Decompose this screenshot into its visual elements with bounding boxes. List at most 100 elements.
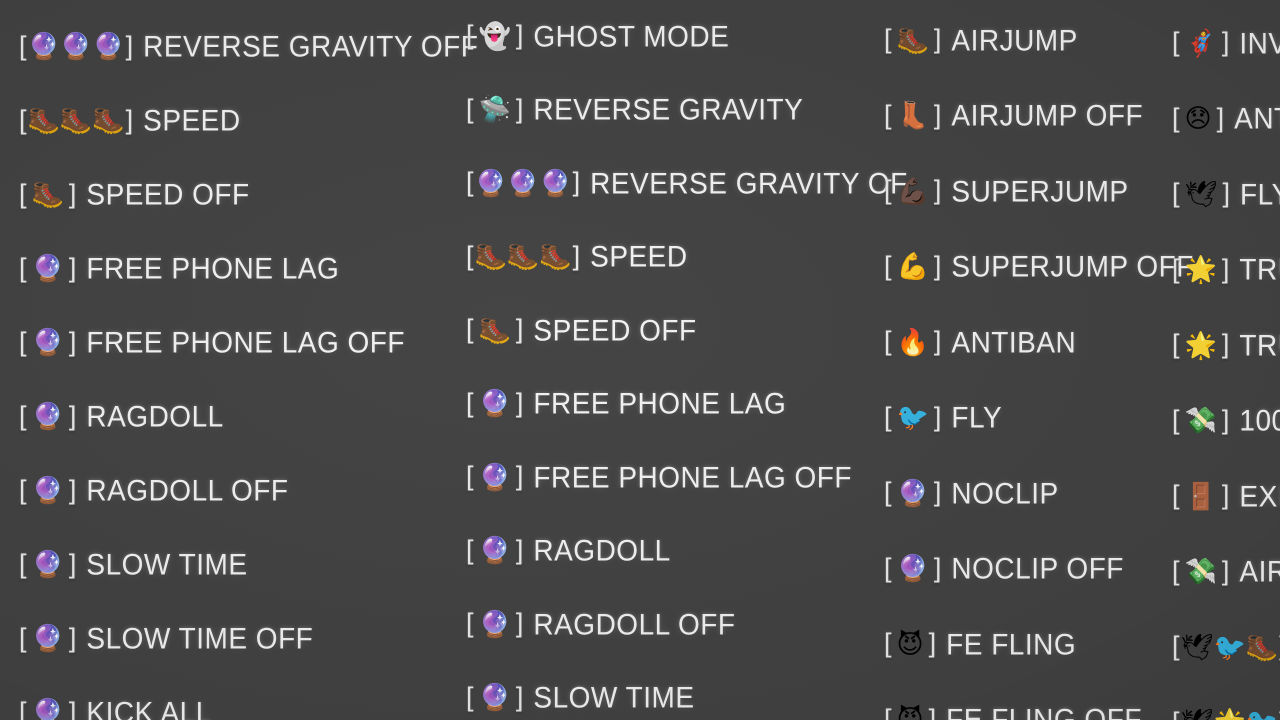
- command-row[interactable]: [🥾] AIRJUMP: [883, 3, 1165, 79]
- command-row[interactable]: [🥾] SPEED OFF: [18, 158, 455, 232]
- command-row[interactable]: [🚪] EXI: [1171, 459, 1280, 535]
- close-bracket: ]: [68, 400, 77, 431]
- command-icon-group: 🔮: [28, 700, 68, 720]
- hiking-boot-icon: 🥾: [31, 180, 64, 210]
- crystal-ball-icon: 🔮: [896, 478, 929, 509]
- crystal-ball-icon: 🔮: [92, 32, 125, 62]
- close-bracket: ]: [515, 387, 524, 418]
- command-row[interactable]: [🔮] SLOW TIME OFF: [18, 602, 455, 676]
- command-label: SPEED OFF: [86, 178, 250, 211]
- command-row[interactable]: [🦸] INVI: [1171, 6, 1280, 82]
- command-label: SPEED OFF: [533, 313, 697, 347]
- command-icon-group: 💸: [1181, 408, 1221, 434]
- close-bracket: ]: [1221, 253, 1230, 284]
- command-row[interactable]: [🔮] SLOW TIME: [18, 528, 455, 602]
- command-label: 100%: [1239, 404, 1280, 438]
- command-row[interactable]: [🔮 🔮 🔮] REVERSE GRAVITY OF: [465, 147, 907, 221]
- command-row[interactable]: [🛸] REVERSE GRAVITY: [465, 74, 875, 148]
- command-row[interactable]: [💪🏿] SUPERJUMP: [883, 154, 1165, 230]
- command-row[interactable]: [🔮] FREE PHONE LAG: [465, 368, 875, 442]
- command-row[interactable]: [🔮] RAGDOLL: [18, 380, 455, 454]
- hiking-boot-icon: 🥾: [59, 106, 93, 136]
- close-bracket: ]: [68, 622, 77, 653]
- command-icon-group: 🥾 🥾 🥾: [475, 244, 572, 270]
- command-row[interactable]: [🔮] SLOW TIME: [465, 662, 875, 720]
- close-bracket: ]: [125, 30, 134, 61]
- command-icon-group: 👢: [893, 103, 933, 129]
- open-bracket: [: [19, 104, 27, 135]
- command-row[interactable]: [😈] FE FLING: [883, 607, 1165, 683]
- command-label: REVERSE GRAVITY OFF: [143, 30, 479, 63]
- command-icon-group: 🌟: [1181, 257, 1221, 283]
- command-row[interactable]: [🔮] NOCLIP OFF: [883, 532, 1165, 608]
- command-row[interactable]: [🕊🌟🐦]: [1171, 686, 1280, 720]
- close-bracket: ]: [1222, 178, 1231, 209]
- crystal-ball-icon: 🔮: [31, 254, 64, 284]
- command-row[interactable]: [🔮] FREE PHONE LAG OFF: [18, 306, 455, 380]
- command-row[interactable]: [🐦] FLY: [883, 381, 1165, 457]
- close-bracket: ]: [1221, 555, 1230, 586]
- command-row[interactable]: [🕊] FLY: [1171, 157, 1280, 233]
- command-icon-group: 💪🏿: [893, 179, 933, 205]
- command-row[interactable]: [🔮 🔮 🔮] REVERSE GRAVITY OFF: [18, 10, 478, 84]
- close-bracket: ]: [515, 608, 524, 639]
- command-list-screen: [🔮 🔮 🔮] REVERSE GRAVITY OFF[🥾 🥾 🥾] SPEED[🥾] SPE…: [0, 0, 1280, 720]
- open-bracket: [: [19, 178, 27, 209]
- command-row[interactable]: [😞] ANT: [1171, 82, 1280, 158]
- command-icon-group: 🔮 🔮 🔮: [28, 34, 125, 60]
- command-row[interactable]: [🔥] ANTIBAN: [883, 305, 1165, 381]
- command-row[interactable]: [😈] FE FLING OFF: [883, 683, 1165, 720]
- command-label: RAGDOLL: [533, 534, 671, 568]
- hiking-boot-icon: 🥾: [474, 242, 507, 273]
- command-label: SLOW TIME OFF: [86, 622, 314, 655]
- command-row[interactable]: [💸] 100%: [1171, 384, 1280, 460]
- open-bracket: [: [19, 696, 27, 720]
- command-row[interactable]: [👻] GHOST MODE: [465, 0, 875, 74]
- command-label: AIRJUMP: [951, 23, 1078, 57]
- open-bracket: [: [884, 628, 892, 659]
- crystal-ball-icon: 🔮: [506, 168, 540, 199]
- close-bracket: ]: [68, 474, 77, 505]
- command-row[interactable]: [🔮] KICK ALL: [18, 676, 455, 720]
- command-icon-group: 👻: [475, 24, 515, 50]
- hiking-boot-icon: 🥾: [478, 315, 511, 346]
- glowing-star-icon: 🌟: [1214, 710, 1246, 720]
- command-row[interactable]: [💪] SUPERJUMP OFF: [883, 230, 1193, 306]
- command-row[interactable]: [🥾 🥾 🥾] SPEED: [18, 84, 455, 158]
- open-bracket: [: [19, 30, 27, 61]
- open-bracket: [: [19, 548, 27, 579]
- command-row[interactable]: [💸] AIR: [1171, 535, 1280, 611]
- command-icon-group: 💪: [893, 254, 933, 280]
- command-icon-group: 🔮: [475, 612, 515, 638]
- command-row[interactable]: [🥾] SPEED OFF: [465, 294, 875, 368]
- command-label: FREE PHONE LAG OFF: [86, 326, 406, 359]
- close-bracket: ]: [125, 104, 134, 135]
- command-row[interactable]: [🌟] TRU: [1171, 308, 1280, 384]
- command-row[interactable]: [👢] AIRJUMP OFF: [883, 79, 1165, 155]
- command-row[interactable]: [🌟] TRU: [1171, 233, 1280, 309]
- command-row[interactable]: [🔮] FREE PHONE LAG OFF: [465, 441, 875, 515]
- command-row[interactable]: [🔮] RAGDOLL OFF: [18, 454, 455, 528]
- command-row[interactable]: [🔮] NOCLIP: [883, 456, 1165, 532]
- command-icon-group: 🥾: [28, 182, 68, 208]
- command-label: EXI: [1239, 479, 1280, 513]
- command-icon-group: 🥾: [475, 318, 515, 344]
- command-icon-group: 🔮: [893, 481, 933, 507]
- command-row[interactable]: [🥾 🥾 🥾] SPEED: [465, 221, 875, 295]
- close-bracket: ]: [515, 534, 524, 565]
- command-row[interactable]: [🔮] RAGDOLL: [465, 515, 875, 589]
- command-label: SUPERJUMP: [951, 174, 1129, 208]
- dove-icon: 🕊: [1181, 710, 1214, 720]
- open-bracket: [: [884, 552, 892, 583]
- open-bracket: [: [466, 534, 474, 565]
- command-icon-group: 🚪: [1181, 484, 1221, 510]
- command-row[interactable]: [🔮] FREE PHONE LAG: [18, 232, 455, 306]
- command-icon-group: 🔮 🔮 🔮: [475, 171, 572, 197]
- command-icon-group: 🔮: [893, 556, 933, 582]
- door-icon: 🚪: [1184, 481, 1217, 512]
- open-bracket: [: [466, 167, 474, 198]
- command-row[interactable]: [🔮] RAGDOLL OFF: [465, 588, 875, 662]
- close-bracket: ]: [928, 628, 937, 659]
- command-row[interactable]: [🕊🐦🥾]: [1171, 610, 1280, 686]
- hiking-boot-icon: 🥾: [506, 242, 540, 273]
